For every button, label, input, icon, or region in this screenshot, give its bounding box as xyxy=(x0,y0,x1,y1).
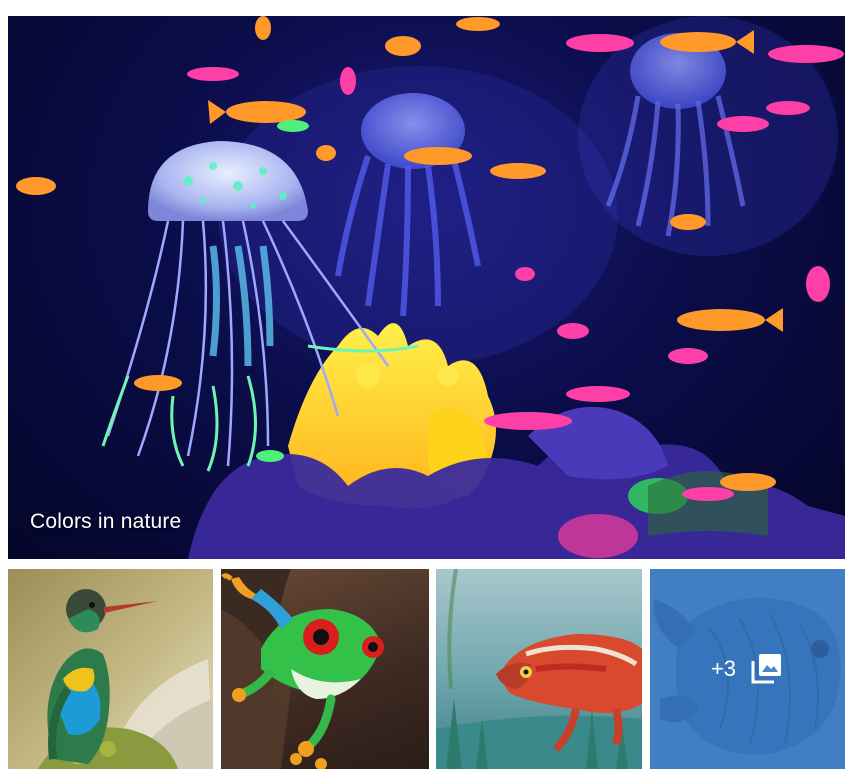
photo-album: Colors in nature +3 xyxy=(8,16,845,769)
gallery-icon xyxy=(748,651,784,687)
more-photos-count: +3 xyxy=(710,656,737,681)
jellyfish-aquarium-illustration xyxy=(16,16,845,559)
tree-frog-illustration xyxy=(221,569,384,769)
chameleon-illustration xyxy=(436,569,642,769)
more-photos-overlay: +3 xyxy=(650,569,845,769)
thumbnail-tree-frog[interactable] xyxy=(221,569,429,769)
hummingbird-illustration xyxy=(38,589,213,769)
thumbnail-chameleon[interactable] xyxy=(436,569,642,769)
thumbnail-hummingbird[interactable] xyxy=(8,569,213,769)
hero-photo-jellyfish[interactable]: Colors in nature xyxy=(8,16,845,559)
thumbnail-more-photos[interactable]: +3 xyxy=(650,569,845,769)
album-caption: Colors in nature xyxy=(30,510,182,533)
